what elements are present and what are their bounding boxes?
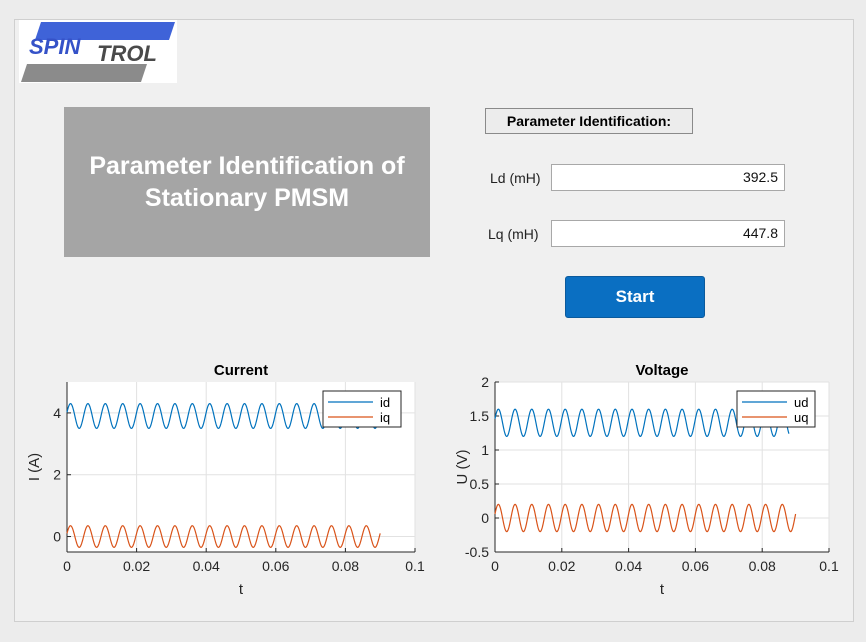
y-axis-label: I (A): [26, 453, 43, 481]
x-tick-label: 0.06: [682, 558, 709, 574]
title-panel: Parameter Identification of Stationary P…: [64, 107, 430, 257]
y-tick-label: 4: [53, 405, 61, 421]
x-axis-label: t: [239, 581, 244, 598]
chart-title: Voltage: [635, 362, 688, 379]
y-tick-label: 1.5: [470, 408, 490, 424]
ld-field[interactable]: 392.5: [551, 164, 785, 191]
parameter-identification-label: Parameter Identification:: [485, 108, 693, 134]
legend-label-iq: iq: [380, 410, 390, 425]
x-tick-label: 0.1: [819, 558, 839, 574]
app-title: Parameter Identification of Stationary P…: [89, 150, 404, 214]
ld-label: Ld (mH): [490, 170, 541, 186]
x-tick-label: 0: [491, 558, 499, 574]
current-chart: 0 0.02 0.04 0.06 0.08 0.1 0 2 4 Current t I (A) idiq: [26, 362, 425, 598]
x-tick-label: 0.06: [262, 558, 289, 574]
start-button[interactable]: Start: [565, 276, 705, 318]
x-tick-label: 0.08: [332, 558, 359, 574]
y-tick-label: 0: [481, 510, 489, 526]
y-tick-label: 0: [53, 529, 61, 545]
y-axis-label: U (V): [454, 450, 471, 485]
lq-field[interactable]: 447.8: [551, 220, 785, 247]
x-tick-label: 0.02: [548, 558, 575, 574]
chart-title: Current: [214, 362, 268, 379]
x-tick-label: 0.08: [749, 558, 776, 574]
app-title-line2: Stationary PMSM: [144, 184, 350, 212]
x-tick-label: 0.04: [193, 558, 220, 574]
logo-text-spin: SPIN: [29, 34, 81, 59]
logo-text-trol: TROL: [97, 41, 157, 66]
y-tick-label: -0.5: [465, 544, 489, 560]
x-tick-label: 0.1: [405, 558, 425, 574]
x-axis-label: t: [660, 581, 665, 598]
x-tick-label: 0: [63, 558, 71, 574]
y-tick-label: 0.5: [470, 476, 490, 492]
x-tick-label: 0.04: [615, 558, 642, 574]
y-tick-label: 2: [481, 374, 489, 390]
app-title-line1: Parameter Identification of: [89, 152, 405, 180]
legend-label-uq: uq: [794, 410, 808, 425]
legend-label-id: id: [380, 395, 390, 410]
y-tick-label: 1: [481, 442, 489, 458]
x-tick-label: 0.02: [123, 558, 150, 574]
spintrol-logo: SPIN TROL: [19, 20, 177, 83]
y-tick-label: 2: [53, 467, 61, 483]
voltage-chart: 0 0.02 0.04 0.06 0.08 0.1-0.500.511.52Voltage…: [454, 362, 839, 598]
lq-label: Lq (mH): [488, 226, 539, 242]
legend-label-ud: ud: [794, 395, 808, 410]
